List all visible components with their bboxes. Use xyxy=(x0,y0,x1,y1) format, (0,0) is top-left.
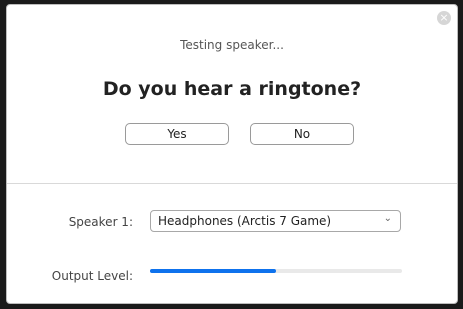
question-heading: Do you hear a ringtone? xyxy=(102,78,362,100)
answer-buttons: Yes No xyxy=(7,123,457,145)
status-text: Testing speaker... xyxy=(180,38,284,52)
speaker-select[interactable]: Headphones (Arctis 7 Game) ⌄ xyxy=(150,210,401,232)
speaker-test-dialog: × Testing speaker... Do you hear a ringt… xyxy=(6,4,458,304)
speaker-label: Speaker 1: xyxy=(68,215,133,229)
no-button[interactable]: No xyxy=(250,123,354,145)
chevron-down-icon: ⌄ xyxy=(383,213,392,224)
close-icon[interactable]: × xyxy=(437,11,451,25)
output-level-fill xyxy=(150,269,276,273)
yes-button[interactable]: Yes xyxy=(125,123,229,145)
output-level-label: Output Level: xyxy=(51,269,133,283)
output-level-meter xyxy=(150,269,402,273)
speaker-selected-value: Headphones (Arctis 7 Game) xyxy=(158,214,332,228)
divider xyxy=(7,183,457,184)
